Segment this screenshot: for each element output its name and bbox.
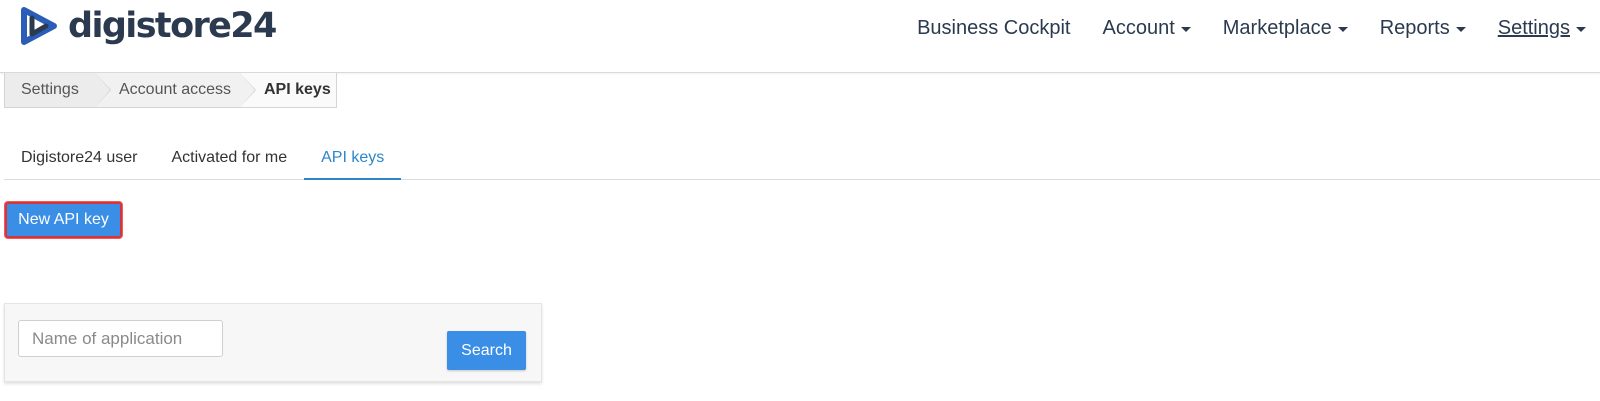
breadcrumb-label: Settings <box>21 81 79 98</box>
breadcrumb-settings[interactable]: Settings <box>5 73 111 107</box>
nav-business-cockpit[interactable]: Business Cockpit <box>917 17 1070 40</box>
nav-marketplace[interactable]: Marketplace <box>1223 17 1348 40</box>
breadcrumb-label: API keys <box>264 81 331 98</box>
tab-digistore24-user[interactable]: Digistore24 user <box>4 137 155 180</box>
search-panel: Search <box>4 303 542 382</box>
brand-logo[interactable]: digistore24 <box>18 2 277 50</box>
breadcrumb-account-access[interactable]: Account access <box>95 73 256 107</box>
digistore24-logo-icon <box>21 7 57 45</box>
tab-api-keys[interactable]: API keys <box>304 137 402 180</box>
breadcrumb-separator <box>95 73 110 107</box>
nav-account[interactable]: Account <box>1103 17 1191 40</box>
new-api-key-button[interactable]: New API key <box>5 202 122 238</box>
nav-label: Settings <box>1497 16 1570 39</box>
breadcrumb-separator <box>240 73 255 107</box>
caret-down-icon <box>1576 26 1586 32</box>
nav-settings[interactable]: Settings <box>1498 17 1586 40</box>
caret-down-icon <box>1337 26 1348 32</box>
tab-bar: Digistore24 user Activated for me API ke… <box>4 137 1600 180</box>
breadcrumb-label: Account access <box>119 81 232 98</box>
breadcrumb: Settings Account access API keys <box>4 73 337 108</box>
nav-label: Reports <box>1379 16 1450 39</box>
caret-down-icon <box>1455 26 1466 32</box>
tab-activated-for-me[interactable]: Activated for me <box>155 137 305 180</box>
nav-reports[interactable]: Reports <box>1380 17 1466 40</box>
main-nav: Business Cockpit Account Marketplace Rep… <box>885 14 1586 42</box>
top-navbar: digistore24 Business Cockpit Account Mar… <box>0 0 1600 73</box>
nav-label: Marketplace <box>1222 16 1332 39</box>
nav-label: Business Cockpit <box>917 16 1071 39</box>
nav-label: Account <box>1102 16 1175 39</box>
application-name-input[interactable] <box>18 320 223 357</box>
brand-name: digistore24 <box>68 5 277 46</box>
caret-down-icon <box>1180 26 1191 32</box>
search-button[interactable]: Search <box>447 331 526 370</box>
